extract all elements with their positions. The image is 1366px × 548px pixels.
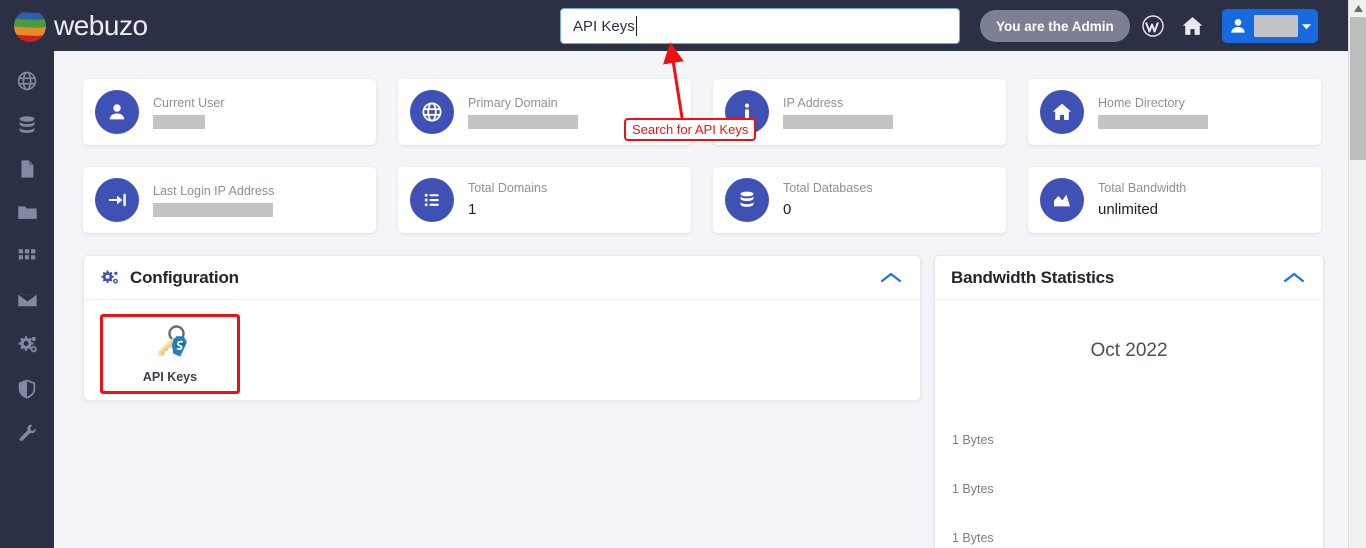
stat-card-total-domains[interactable]: Total Domains 1: [398, 167, 691, 233]
admin-status-badge: You are the Admin: [980, 10, 1130, 42]
wordpress-icon[interactable]: [1140, 13, 1166, 39]
stat-card-total-databases[interactable]: Total Databases 0: [713, 167, 1006, 233]
envelope-icon: [16, 289, 39, 317]
chart-title: Oct 2022: [1090, 340, 1168, 361]
stat-label: Last Login IP Address: [153, 184, 275, 198]
chart-ytick-label: 1 Bytes: [952, 531, 994, 545]
stat-label: Total Bandwidth: [1098, 181, 1187, 195]
admin-status-label: You are the Admin: [996, 18, 1114, 34]
globe-icon: [410, 90, 454, 134]
scroll-up-arrow-icon[interactable]: [1349, 0, 1366, 16]
database-icon: [725, 178, 769, 222]
user-icon: [1228, 16, 1248, 36]
home-icon[interactable]: [1179, 13, 1205, 39]
globe-icon: [16, 70, 38, 97]
annotation-text: Search for API Keys: [632, 122, 749, 137]
brand-name: webuzo: [54, 9, 148, 41]
grid-apps-icon: [16, 246, 38, 273]
stat-value-redacted: [783, 115, 893, 129]
chart-ytick-label: 1 Bytes: [952, 433, 994, 447]
tile-api-keys[interactable]: API Keys: [100, 314, 240, 394]
stat-card-total-bandwidth[interactable]: Total Bandwidth unlimited: [1028, 167, 1321, 233]
sidebar-item-folders[interactable]: [5, 193, 49, 237]
file-icon: [16, 158, 38, 185]
stat-card-last-login-ip[interactable]: Last Login IP Address: [83, 167, 376, 233]
search-container: [560, 8, 960, 44]
configuration-panel: Configuration API Keys: [83, 255, 921, 401]
chart-ytick-label: 1 Bytes: [952, 482, 994, 496]
brand[interactable]: webuzo: [12, 8, 148, 44]
stat-value-redacted: [1098, 115, 1208, 129]
bandwidth-chart: Oct 2022 1 Bytes 1 Bytes 1 Bytes 0 Bytes: [935, 340, 1323, 548]
sidebar-item-security[interactable]: [5, 369, 49, 413]
annotation-callout: Search for API Keys: [624, 118, 757, 141]
stat-card-ip-address[interactable]: IP Address: [713, 79, 1006, 145]
user-icon: [95, 90, 139, 134]
webuzo-dashboard: webuzo You are the Admin: [0, 0, 1366, 548]
bandwidth-panel-title: Bandwidth Statistics: [951, 267, 1115, 287]
stat-label: Primary Domain: [468, 96, 558, 110]
bandwidth-statistics-panel: Bandwidth Statistics Oct 2022 1 Bytes 1 …: [934, 255, 1324, 548]
sidebar-item-tools[interactable]: [5, 413, 49, 457]
gears-icon: [16, 333, 39, 361]
sidebar-item-settings[interactable]: [5, 325, 49, 369]
home-icon: [1040, 90, 1084, 134]
stat-value: 1: [468, 201, 477, 218]
sidebar-item-databases[interactable]: [5, 105, 49, 149]
username-redacted: [1254, 15, 1298, 37]
text-cursor: [636, 16, 637, 36]
sidebar-item-apps[interactable]: [5, 237, 49, 281]
folder-icon: [16, 201, 39, 229]
database-icon: [16, 114, 38, 141]
stat-label: Total Databases: [783, 181, 873, 195]
chevron-up-icon[interactable]: [878, 270, 904, 286]
search-input[interactable]: [560, 8, 960, 44]
tile-label: API Keys: [142, 370, 198, 384]
stat-label: Total Domains: [468, 181, 548, 195]
sidebar-item-mail[interactable]: [5, 281, 49, 325]
stat-value: unlimited: [1098, 201, 1159, 218]
bandwidth-panel-header: Bandwidth Statistics: [935, 256, 1323, 300]
left-sidebar: [0, 51, 54, 548]
shield-icon: [16, 378, 38, 405]
chevron-up-icon[interactable]: [1281, 270, 1307, 286]
configuration-panel-header: Configuration: [84, 256, 920, 300]
gears-icon: [100, 268, 120, 288]
stat-label: Home Directory: [1098, 96, 1185, 110]
configuration-panel-title: Configuration: [130, 267, 239, 287]
webuzo-logo-icon: [12, 8, 48, 44]
stat-card-current-user[interactable]: Current User: [83, 79, 376, 145]
page-scrollbar[interactable]: [1348, 0, 1366, 548]
user-menu-button[interactable]: [1222, 9, 1318, 43]
stat-card-home-directory[interactable]: Home Directory: [1028, 79, 1321, 145]
login-arrow-icon: [95, 178, 139, 222]
wrench-icon: [16, 422, 38, 449]
stat-label: Current User: [153, 96, 225, 110]
sidebar-item-files[interactable]: [5, 149, 49, 193]
stat-value-redacted: [468, 115, 578, 129]
list-icon: [410, 178, 454, 222]
chart-area-icon: [1040, 178, 1084, 222]
api-key-icon: [149, 324, 191, 364]
stat-label: IP Address: [783, 96, 844, 110]
stat-value: 0: [783, 201, 792, 218]
stat-value-redacted: [153, 203, 273, 217]
stat-value-redacted: [153, 115, 205, 129]
arrow-up-right-icon: [663, 42, 685, 125]
sidebar-item-domains[interactable]: [5, 61, 49, 105]
chevron-down-icon: [1301, 21, 1312, 32]
configuration-panel-body: API Keys: [84, 300, 920, 408]
scrollbar-thumb[interactable]: [1350, 17, 1366, 160]
